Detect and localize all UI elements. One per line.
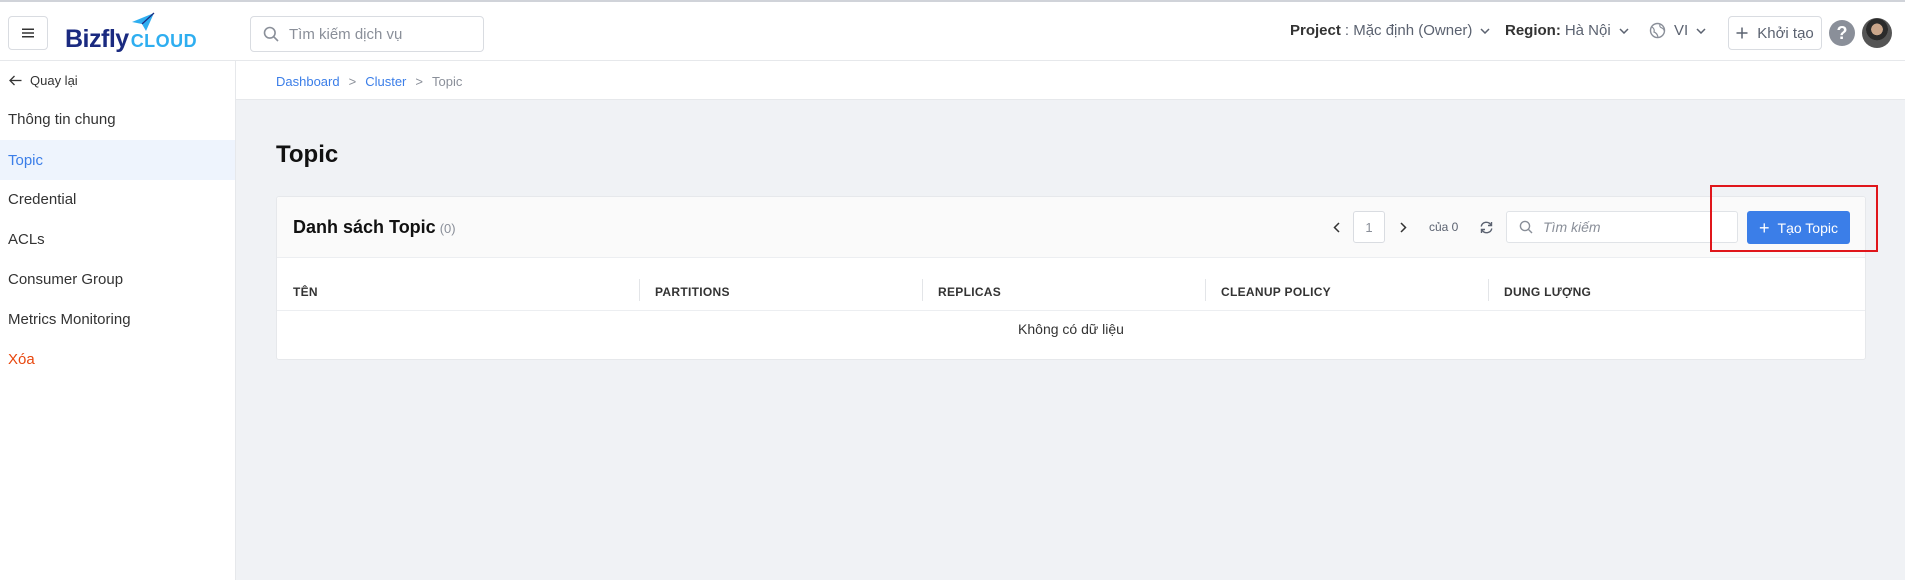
page-title: Topic: [276, 141, 339, 168]
empty-state: Không có dữ liệu: [1018, 321, 1124, 337]
project-label: Project: [1290, 22, 1341, 39]
service-search-box[interactable]: [250, 16, 484, 52]
user-avatar[interactable]: [1862, 18, 1892, 48]
topic-count: (0): [439, 221, 456, 236]
breadcrumb-cluster[interactable]: Cluster: [365, 74, 406, 89]
hamburger-icon: [22, 28, 34, 38]
search-icon: [1519, 220, 1533, 234]
logo-subtext: CLOUD: [130, 31, 198, 51]
refresh-button[interactable]: [1474, 215, 1498, 239]
plus-icon: [1736, 27, 1748, 39]
page-total: của 0: [1429, 220, 1459, 234]
column-header-cleanup-policy[interactable]: CLEANUP POLICY: [1221, 285, 1331, 299]
column-header-storage[interactable]: DUNG LƯỢNG: [1504, 285, 1591, 299]
breadcrumb: Dashboard > Cluster > Topic: [276, 74, 462, 89]
topic-search-input[interactable]: [1541, 218, 1725, 236]
bizfly-logo[interactable]: Bizfly CLOUD: [65, 12, 198, 53]
column-divider: [1205, 279, 1206, 301]
globe-icon: [1649, 22, 1666, 39]
create-resource-button[interactable]: Khởi tạo: [1728, 16, 1822, 50]
region-label: Region:: [1505, 22, 1561, 39]
sidebar-item-consumer-group[interactable]: Consumer Group: [0, 259, 235, 299]
back-link[interactable]: Quay lại: [9, 73, 78, 88]
create-resource-label: Khởi tạo: [1757, 24, 1814, 42]
prev-page-button[interactable]: [1323, 214, 1349, 240]
chevron-right-icon: [1399, 221, 1407, 233]
sidebar-item-credential[interactable]: Credential: [0, 179, 235, 219]
topic-search-box[interactable]: [1506, 211, 1738, 243]
highlight-annotation: [1710, 185, 1878, 252]
breadcrumb-current: Topic: [431, 74, 463, 89]
topic-list-header: Danh sách Topic(0) của 0 +: [277, 197, 1865, 258]
column-divider: [922, 279, 923, 301]
topic-list-card: Danh sách Topic(0) của 0 +: [276, 196, 1866, 360]
sidebar-item-delete[interactable]: Xóa: [0, 339, 235, 379]
topic-list-title: Danh sách Topic (0): [293, 217, 456, 238]
refresh-icon: [1480, 221, 1492, 233]
back-label: Quay lại: [30, 73, 78, 88]
paper-plane-icon: [132, 12, 155, 31]
region-value: Hà Nội: [1564, 22, 1611, 39]
help-icon[interactable]: ?: [1829, 20, 1855, 46]
sidebar-item-metrics-monitoring[interactable]: Metrics Monitoring: [0, 299, 235, 339]
chevron-left-icon: [1332, 221, 1340, 233]
column-header-partitions[interactable]: PARTITIONS: [655, 285, 730, 299]
top-bar: Bizfly CLOUD Project : Mặc định (Owner) …: [0, 0, 1905, 61]
chevron-down-icon: [1480, 27, 1490, 34]
breadcrumb-separator: >: [415, 74, 423, 89]
table-header: TÊN PARTITIONS REPLICAS CLEANUP POLICY D…: [277, 257, 1865, 311]
chevron-down-icon: [1696, 27, 1706, 34]
sidebar-item-topic[interactable]: Topic: [0, 140, 235, 180]
project-selector[interactable]: Project : Mặc định (Owner): [1290, 22, 1490, 39]
project-value: : Mặc định (Owner): [1344, 22, 1473, 39]
breadcrumb-dashboard[interactable]: Dashboard: [276, 74, 340, 89]
next-page-button[interactable]: [1390, 214, 1416, 240]
window-edge: [1905, 0, 1915, 580]
sidebar-item-acls[interactable]: ACLs: [0, 219, 235, 259]
service-search-input[interactable]: [287, 24, 481, 44]
column-header-replicas[interactable]: REPLICAS: [938, 285, 1001, 299]
topic-list-title-text: Danh sách Topic: [293, 217, 436, 237]
region-selector[interactable]: Region: Hà Nội: [1505, 22, 1629, 39]
language-selector[interactable]: VI: [1649, 22, 1706, 39]
column-divider: [1488, 279, 1489, 301]
search-icon: [263, 26, 279, 42]
hamburger-menu-button[interactable]: [8, 16, 48, 50]
logo-text: Bizfly: [65, 25, 129, 53]
breadcrumb-separator: >: [348, 74, 357, 89]
language-value: VI: [1674, 22, 1689, 39]
breadcrumb-bar: Dashboard > Cluster > Topic: [236, 61, 1905, 100]
chevron-down-icon: [1619, 27, 1629, 34]
column-header-name[interactable]: TÊN: [293, 285, 318, 299]
arrow-left-icon: [9, 75, 22, 86]
column-divider: [639, 279, 640, 301]
sidebar: Quay lại Thông tin chung Topic Credentia…: [0, 61, 236, 580]
sidebar-item-general-info[interactable]: Thông tin chung: [0, 99, 235, 139]
page-number-input[interactable]: [1353, 211, 1385, 243]
